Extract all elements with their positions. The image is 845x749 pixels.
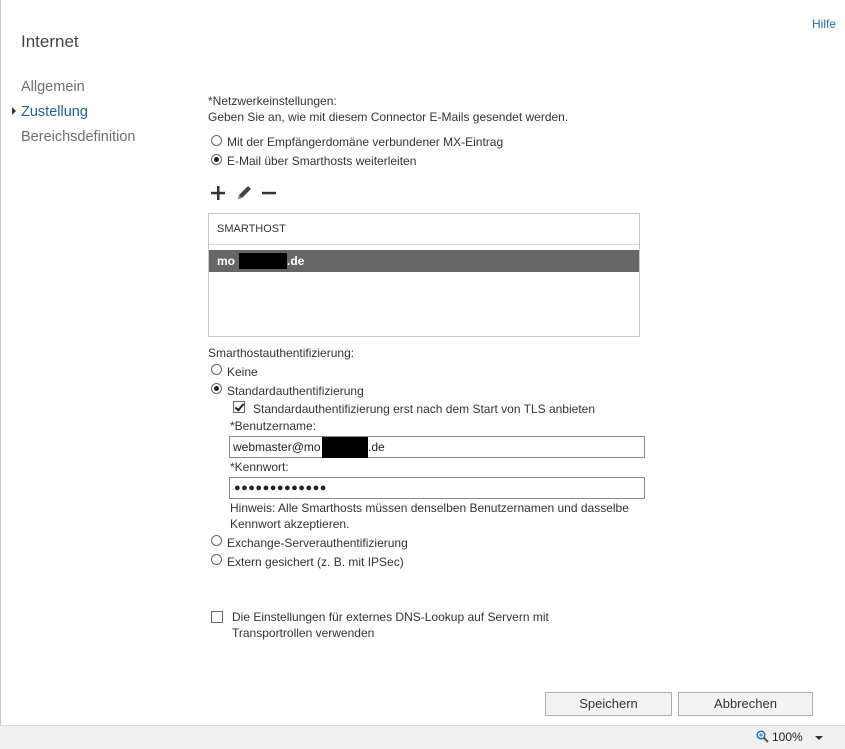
radio-mx-record[interactable] xyxy=(211,135,222,146)
tls-checkbox-label: Standardauthentifizierung erst nach dem … xyxy=(253,402,595,416)
radio-smarthost[interactable] xyxy=(211,154,222,165)
nav-item-label: Zustellung xyxy=(21,104,88,120)
radio-mx-record-label: Mit der Empfängerdomäne verbundener MX-E… xyxy=(227,135,504,149)
password-value: ●●●●●●●●●●●●● xyxy=(234,482,327,494)
username-value-prefix: webmaster@mo xyxy=(233,440,321,454)
table-row[interactable]: mo .de xyxy=(209,250,639,272)
redaction-block xyxy=(239,253,287,269)
page-title: Internet xyxy=(21,32,79,51)
smarthost-list: SMARTHOST mo .de xyxy=(208,213,640,337)
selected-arrow-icon xyxy=(12,107,16,115)
network-settings-label: *Netzwerkeinstellungen: xyxy=(208,94,337,108)
pencil-icon xyxy=(238,186,251,199)
radio-auth-basic[interactable] xyxy=(211,383,222,394)
radio-auth-basic-label: Standardauthentifizierung xyxy=(227,384,364,398)
tls-checkbox[interactable] xyxy=(233,401,245,413)
radio-smarthost-label: E-Mail über Smarthosts weiterleiten xyxy=(227,154,417,168)
hint-text-line2: Kennwort akzeptieren. xyxy=(230,517,350,531)
add-button[interactable] xyxy=(210,185,226,206)
window-border-left xyxy=(0,0,1,748)
password-label: *Kennwort: xyxy=(230,460,289,474)
username-label: *Benutzername: xyxy=(230,419,317,433)
radio-auth-external-label: Extern gesichert (z. B. mit IPSec) xyxy=(227,555,404,569)
save-button[interactable]: Speichern xyxy=(545,692,672,716)
smarthost-name-suffix: .de xyxy=(287,254,305,268)
zoom-level[interactable]: 100% xyxy=(772,730,803,744)
nav-item-zustellung[interactable]: Zustellung xyxy=(12,103,135,128)
username-value-suffix: .de xyxy=(368,440,385,454)
password-field[interactable]: ●●●●●●●●●●●●● xyxy=(229,477,645,499)
redaction-block xyxy=(322,437,368,458)
nav-item-label: Bereichsdefinition xyxy=(21,129,136,145)
nav-item-allgemein[interactable]: Allgemein xyxy=(21,78,135,103)
radio-auth-exchange[interactable] xyxy=(211,535,222,546)
auth-label: Smarthostauthentifizierung: xyxy=(208,346,355,360)
nav-item-bereichsdefinition[interactable]: Bereichsdefinition xyxy=(21,128,135,153)
radio-auth-none[interactable] xyxy=(211,364,222,375)
edit-button[interactable] xyxy=(236,184,253,206)
smarthost-name-prefix: mo xyxy=(217,254,235,268)
dns-lookup-label-line2: Transportrollen verwenden xyxy=(232,626,375,640)
status-bar: 100% xyxy=(0,725,845,749)
side-navigation: Allgemein Zustellung Bereichsdefinition xyxy=(12,78,135,153)
dns-lookup-checkbox[interactable] xyxy=(211,611,223,623)
remove-button[interactable] xyxy=(261,185,277,206)
help-link[interactable]: Hilfe xyxy=(812,17,836,31)
username-field[interactable]: webmaster@mo .de xyxy=(229,436,645,458)
nav-item-label: Allgemein xyxy=(21,79,85,95)
network-settings-description: Geben Sie an, wie mit diesem Connector E… xyxy=(208,110,569,124)
plus-icon xyxy=(211,186,225,200)
zoom-dropdown-icon[interactable] xyxy=(815,736,823,740)
minus-icon xyxy=(262,191,276,195)
radio-auth-none-label: Keine xyxy=(227,365,258,379)
radio-auth-exchange-label: Exchange-Serverauthentifizierung xyxy=(227,536,408,550)
radio-auth-external[interactable] xyxy=(211,554,222,565)
hint-text: Hinweis: Alle Smarthosts müssen denselbe… xyxy=(230,501,629,515)
cancel-button[interactable]: Abbrechen xyxy=(678,692,813,716)
column-header-label: SMARTHOST xyxy=(217,223,286,235)
zoom-icon xyxy=(756,730,769,743)
dns-lookup-label: Die Einstellungen für externes DNS-Looku… xyxy=(232,610,549,624)
smarthost-column-header[interactable]: SMARTHOST xyxy=(209,214,639,245)
